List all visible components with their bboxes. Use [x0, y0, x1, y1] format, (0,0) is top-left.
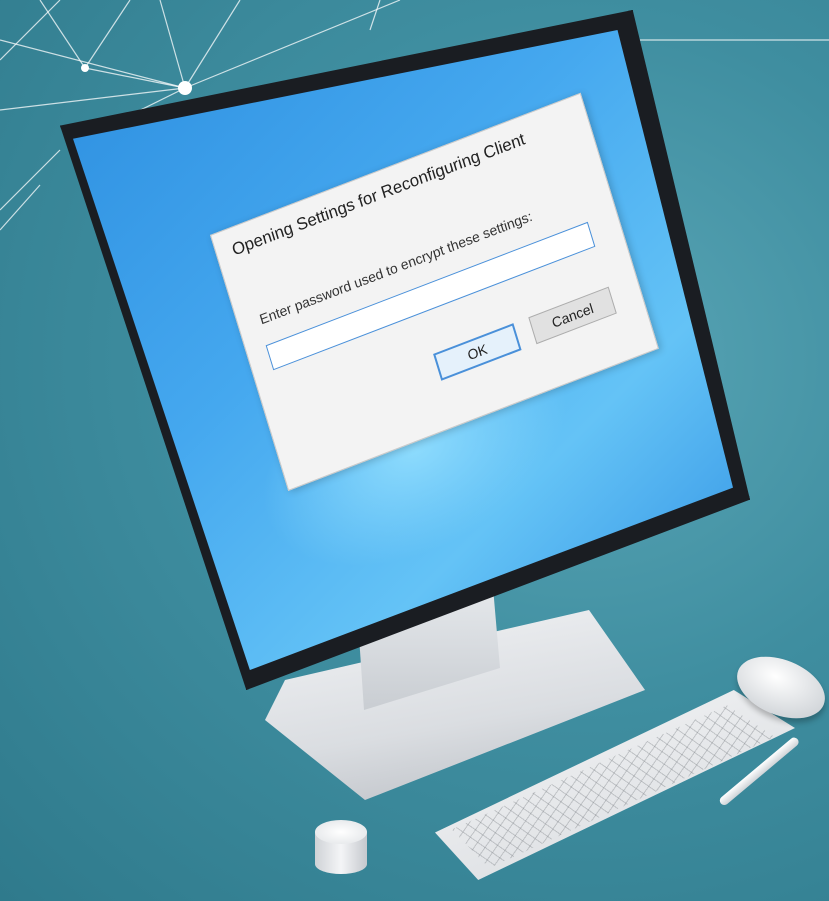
dial-top [315, 820, 367, 844]
surface-dial [315, 820, 367, 880]
ok-button[interactable]: OK [433, 323, 522, 381]
cancel-button[interactable]: Cancel [528, 286, 617, 345]
